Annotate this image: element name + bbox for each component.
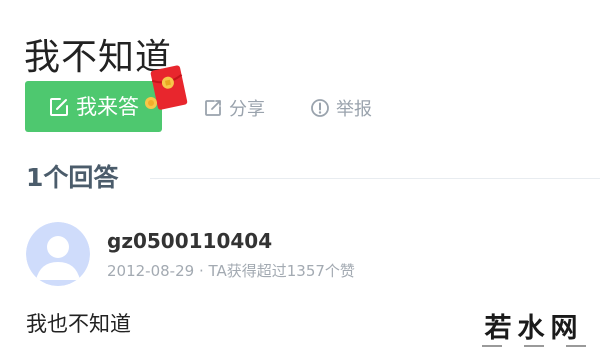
answers-count-heading: 1个回答 — [26, 163, 119, 192]
watermark-logo: 若水网 — [478, 314, 590, 354]
share-label: 分享 — [229, 99, 265, 120]
answer-meta: 2012-08-29 · TA获得超过1357个赞 — [107, 262, 355, 280]
page: 我不知道 我来答 分享 举报 1个回答 gz0500110404 2012-08… — [0, 0, 600, 357]
author-name[interactable]: gz0500110404 — [107, 228, 272, 254]
answer-button-label: 我来答 — [76, 94, 139, 119]
section-divider — [150, 178, 600, 179]
report-label: 举报 — [336, 99, 372, 120]
watermark-subline — [478, 345, 590, 349]
answer-content: 我也不知道 — [26, 312, 131, 336]
watermark-text: 若水网 — [484, 313, 584, 344]
share-icon — [203, 98, 223, 118]
default-avatar-icon — [26, 222, 90, 286]
report-button[interactable]: 举报 — [310, 94, 372, 122]
share-button[interactable]: 分享 — [203, 94, 265, 122]
edit-icon — [48, 96, 70, 118]
report-icon — [310, 98, 330, 118]
avatar[interactable] — [26, 222, 90, 286]
red-envelope-icon[interactable] — [142, 62, 192, 114]
